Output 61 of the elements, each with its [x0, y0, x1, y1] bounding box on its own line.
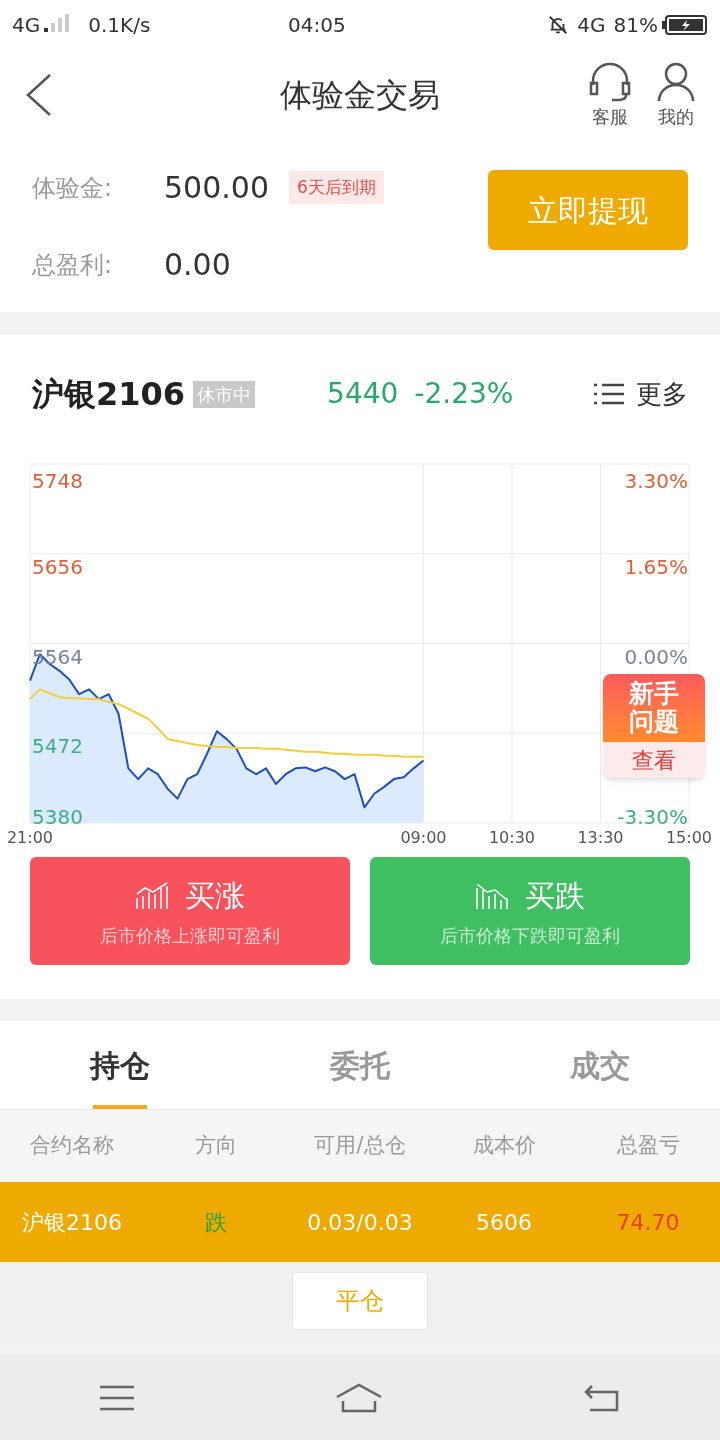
customer-service-button[interactable]: 客服 — [588, 60, 632, 130]
headset-icon — [588, 60, 632, 103]
position-row[interactable]: 沪银2106 跌 0.03/0.03 5606 74.70 — [0, 1182, 720, 1262]
withdraw-button[interactable]: 立即提现 — [488, 170, 688, 250]
buy-up-button[interactable]: 买涨 后市价格上涨即可盈利 — [30, 857, 350, 965]
column-header: 方向 — [194, 1132, 238, 1160]
table-cell-text: 5606 — [475, 1208, 533, 1237]
percent-label: 0.00% — [624, 644, 688, 669]
profile-button[interactable]: 我的 — [656, 60, 696, 130]
mute-icon — [547, 14, 570, 36]
tab[interactable]: 成交 — [480, 1021, 720, 1109]
back-icon[interactable] — [583, 1383, 620, 1412]
network-speed: 0.1K/s — [88, 12, 151, 39]
falling-chart-icon — [475, 881, 509, 910]
menu-icon[interactable] — [100, 1384, 135, 1411]
percent-label: 3.30% — [624, 469, 688, 493]
last-price: 5440 — [327, 376, 399, 412]
table-cell-text: 0.03/0.03 — [306, 1208, 414, 1237]
trade-hint: 后市价格上涨即可盈利 — [100, 924, 280, 948]
network-label: 4G — [12, 12, 41, 39]
battery-percent: 81% — [613, 12, 658, 39]
account-value: 500.00 — [164, 169, 269, 207]
network-label: 4G — [577, 12, 606, 39]
axis-label: 15:00 — [665, 828, 713, 847]
close-position-button[interactable]: 平仓 — [292, 1271, 428, 1330]
tab-indicator — [93, 1105, 147, 1109]
buy-down-button[interactable]: 买跌 后市价格下跌即可盈利 — [370, 857, 690, 965]
more-button[interactable]: 更多 — [594, 374, 688, 414]
table-cell-text: 74.70 — [615, 1208, 681, 1237]
table-cell-text: 跌 — [204, 1208, 228, 1237]
column-header: 总盈亏 — [615, 1132, 681, 1160]
battery-icon — [662, 14, 708, 36]
percent-label: 1.65% — [624, 554, 688, 579]
account-label: 总盈利: — [32, 249, 114, 281]
axis-label: 5656 — [32, 554, 83, 579]
axis-label: 13:30 — [577, 828, 624, 847]
user-icon — [656, 60, 696, 103]
account-label: 体验金: — [32, 172, 114, 204]
axis-label: 10:30 — [488, 828, 535, 847]
page-title: 体验金交易 — [279, 75, 441, 116]
column-header: 合约名称 — [29, 1132, 115, 1160]
home-icon[interactable] — [335, 1382, 383, 1413]
axis-label: 5380 — [32, 805, 83, 829]
percent-label: -3.30% — [617, 805, 688, 829]
price-change: -2.23% — [414, 376, 514, 412]
axis-label: 5748 — [32, 469, 83, 493]
axis-label: 21:00 — [6, 828, 54, 847]
expiry-badge: 6天后到期 — [289, 170, 384, 205]
tab[interactable]: 委托 — [240, 1021, 480, 1109]
axis-label: 09:00 — [400, 828, 447, 847]
axis-label: 5472 — [32, 734, 83, 759]
tab[interactable]: 持仓 — [0, 1021, 240, 1109]
list-icon — [594, 382, 624, 406]
table-cell-text: 沪银2106 — [21, 1208, 123, 1237]
trade-hint: 后市价格下跌即可盈利 — [440, 924, 620, 948]
column-header: 成本价 — [471, 1132, 537, 1160]
column-header: 可用/总仓 — [313, 1132, 407, 1160]
clock: 04:05 — [287, 12, 347, 39]
account-value: 0.00 — [164, 246, 231, 284]
contract-name: 沪银2106 — [32, 374, 186, 415]
rising-chart-icon — [135, 881, 169, 910]
